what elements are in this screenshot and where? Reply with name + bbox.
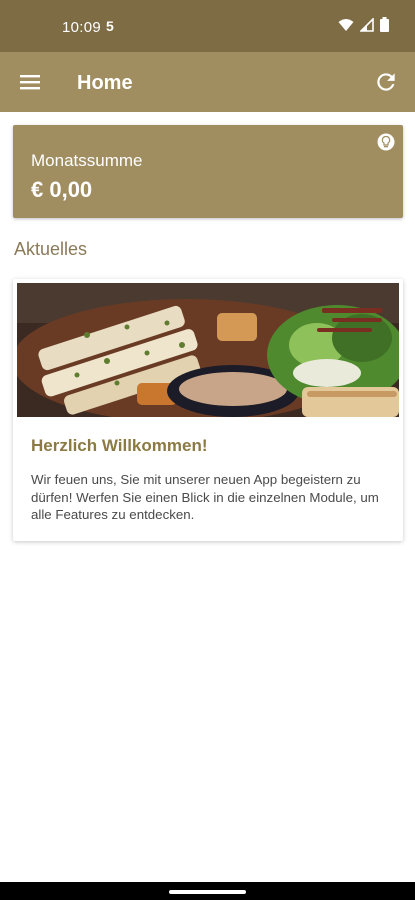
refresh-icon[interactable] (373, 69, 399, 95)
status-sim-indicator: 5 (106, 18, 114, 34)
monthly-sum-card[interactable]: Monatssumme € 0,00 (13, 125, 403, 218)
app-bar: Home (0, 52, 415, 112)
status-time: 10:09 (62, 19, 102, 36)
news-card[interactable]: Herzlich Willkommen! Wir feuen uns, Sie … (13, 279, 403, 541)
status-bar: 10:09 5 (0, 0, 415, 52)
signal-icon (360, 17, 374, 32)
news-body: Wir feuen uns, Sie mit unserer neuen App… (31, 472, 379, 522)
battery-icon (380, 17, 389, 32)
news-image (17, 283, 399, 417)
home-gesture-handle[interactable] (169, 890, 246, 894)
monthly-sum-value: € 0,00 (31, 177, 93, 202)
food-photo (17, 283, 399, 417)
status-icons (338, 17, 389, 32)
monthly-sum-label: Monatssumme (31, 151, 143, 170)
wifi-icon (338, 18, 354, 31)
system-nav-bar (0, 882, 415, 900)
news-title: Herzlich Willkommen! (31, 436, 208, 455)
menu-icon[interactable] (18, 70, 44, 94)
page-title: Home (77, 72, 133, 94)
section-title: Aktuelles (14, 239, 88, 259)
lightbulb-icon[interactable] (377, 133, 395, 151)
